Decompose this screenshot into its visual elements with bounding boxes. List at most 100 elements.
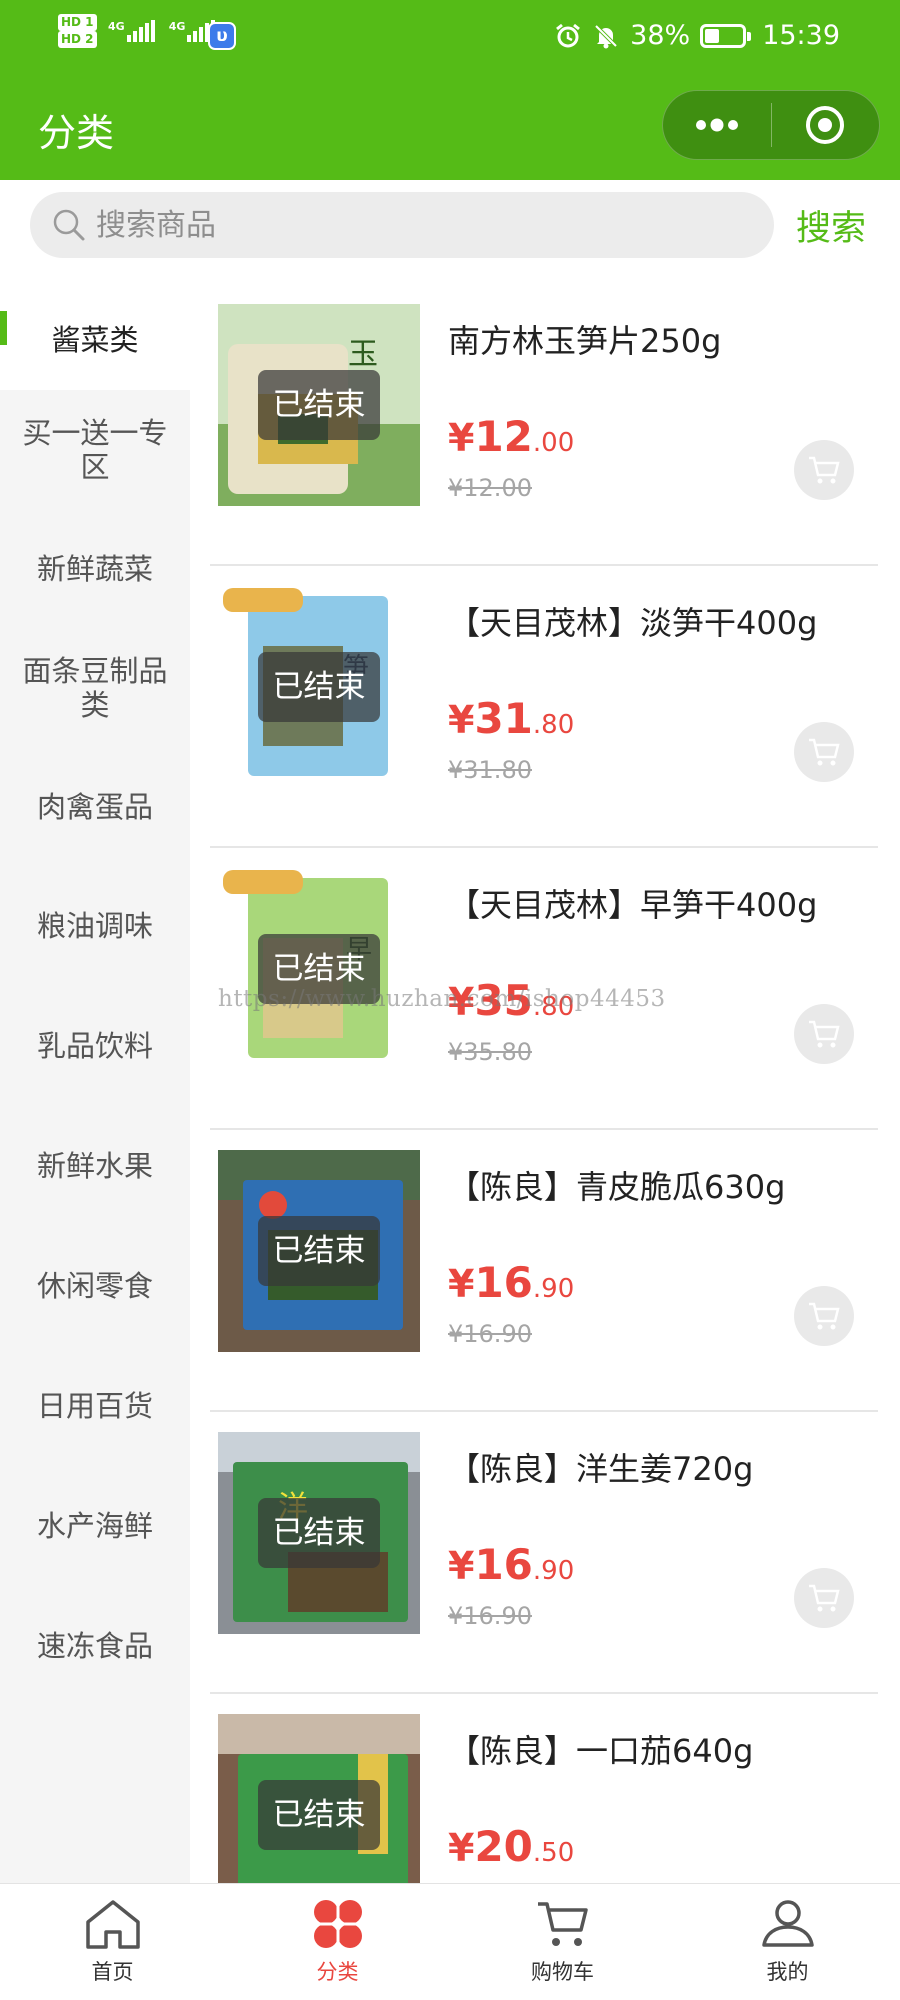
add-to-cart-button[interactable] <box>794 1286 854 1346</box>
network-type-2: 4G <box>168 20 186 33</box>
category-item-daily-goods[interactable]: 日用百货 <box>0 1346 190 1466</box>
search-icon <box>53 209 85 241</box>
more-dots-icon <box>695 118 738 132</box>
product-image[interactable]: 笋 已结束 <box>218 586 420 788</box>
price-integer: 12 <box>474 412 533 461</box>
product-price: ¥20.50 <box>448 1822 574 1871</box>
cart-icon <box>537 1902 588 1946</box>
price-integer: 31 <box>474 694 533 743</box>
category-label: 水产海鲜 <box>36 1509 153 1543</box>
ended-badge: 已结束 <box>258 1216 380 1286</box>
price-decimal: .90 <box>532 1556 575 1586</box>
battery-icon <box>700 23 752 48</box>
category-icon <box>313 1900 362 1948</box>
status-bar: HD 1 HD 2 4G 4G υ 38% 15:39 <box>0 0 900 78</box>
svg-text:玉: 玉 <box>348 337 378 372</box>
sim2-label: HD 2 <box>58 31 97 48</box>
category-label: 买一送一专区 <box>22 416 168 484</box>
price-integer: 16 <box>474 1258 533 1307</box>
price-decimal: .80 <box>532 710 575 740</box>
cart-icon <box>809 456 840 484</box>
product-name: 【陈良】青皮脆瓜630g <box>448 1168 786 1206</box>
tab-category[interactable]: 分类 <box>225 1884 450 2000</box>
product-card[interactable]: 笋 已结束 【天目茂林】淡笋干400g ¥31.80 ¥31.80 <box>210 566 878 848</box>
tab-label: 我的 <box>766 1960 809 1984</box>
sim-indicators: HD 1 HD 2 <box>58 14 97 48</box>
tab-label: 购物车 <box>531 1960 594 1984</box>
product-price: ¥16.90 <box>448 1540 574 1589</box>
category-item-fruits[interactable]: 新鲜水果 <box>0 1106 190 1226</box>
signal-bars-1-icon <box>126 20 155 42</box>
original-price: ¥35.80 <box>448 1038 532 1066</box>
ended-badge: 已结束 <box>258 1780 380 1850</box>
category-label: 面条豆制品类 <box>22 654 168 722</box>
category-label: 酱菜类 <box>51 323 139 357</box>
category-item-bogo[interactable]: 买一送一专区 <box>0 390 190 510</box>
target-close-icon <box>806 106 845 144</box>
category-item-seafood[interactable]: 水产海鲜 <box>0 1466 190 1586</box>
product-card[interactable]: 洋 已结束 【陈良】洋生姜720g ¥16.90 ¥16.90 <box>210 1412 878 1694</box>
add-to-cart-button[interactable] <box>794 1568 854 1628</box>
add-to-cart-button[interactable] <box>794 722 854 782</box>
price-integer: 20 <box>474 1822 533 1871</box>
alarm-icon <box>556 23 581 47</box>
tab-home[interactable]: 首页 <box>0 1884 225 2000</box>
product-name: 【天目茂林】淡笋干400g <box>448 604 818 642</box>
category-item-vegetables[interactable]: 新鲜蔬菜 <box>0 510 190 628</box>
product-image[interactable]: 洋 已结束 <box>218 1432 420 1634</box>
category-item-frozen[interactable]: 速冻食品 <box>0 1586 190 1706</box>
category-item-noodles-tofu[interactable]: 面条豆制品类 <box>0 628 190 748</box>
category-item-pickles[interactable]: 酱菜类 <box>0 290 190 390</box>
add-to-cart-button[interactable] <box>794 1004 854 1064</box>
category-label: 新鲜蔬菜 <box>36 552 153 586</box>
price-currency: ¥ <box>448 1826 475 1870</box>
product-card[interactable]: 已结束 【陈良】青皮脆瓜630g ¥16.90 ¥16.90 <box>210 1130 878 1412</box>
search-button[interactable]: 搜索 <box>796 200 866 251</box>
category-label: 肉禽蛋品 <box>36 790 153 824</box>
ended-badge: 已结束 <box>258 652 380 722</box>
ended-badge: 已结束 <box>258 1498 380 1568</box>
cart-icon <box>809 738 840 766</box>
original-price: ¥12.00 <box>448 474 532 502</box>
product-image[interactable]: 玉 已结束 <box>218 304 420 506</box>
original-price: ¥31.80 <box>448 756 532 784</box>
category-label: 乳品饮料 <box>36 1029 153 1063</box>
product-image[interactable]: 早 已结束 <box>218 868 420 1070</box>
add-to-cart-button[interactable] <box>794 440 854 500</box>
tab-label: 首页 <box>91 1960 134 1984</box>
clock: 15:39 <box>762 20 840 51</box>
product-price: ¥16.90 <box>448 1258 574 1307</box>
close-miniprogram-button[interactable] <box>772 91 880 159</box>
category-label: 日用百货 <box>36 1389 153 1423</box>
category-item-snacks[interactable]: 休闲零食 <box>0 1226 190 1346</box>
top-bar: HD 1 HD 2 4G 4G υ 38% 15:39 分类 <box>0 0 900 180</box>
category-sidebar: 酱菜类 买一送一专区 新鲜蔬菜 面条豆制品类 肉禽蛋品 粮油调味 乳品饮料 新鲜… <box>0 290 190 1883</box>
price-currency: ¥ <box>448 698 475 742</box>
signal-indicators: 4G 4G <box>108 20 216 42</box>
battery-percent: 38% <box>630 20 691 51</box>
product-name: 【天目茂林】早笋干400g <box>448 886 818 924</box>
bottom-tab-bar: 首页 分类 购物车 我的 <box>0 1883 900 2000</box>
search-box[interactable] <box>30 192 774 258</box>
category-label: 新鲜水果 <box>36 1149 153 1183</box>
tab-cart[interactable]: 购物车 <box>450 1884 675 2000</box>
original-price: ¥16.90 <box>448 1602 532 1630</box>
price-currency: ¥ <box>448 1262 475 1306</box>
category-item-grain-oil[interactable]: 粮油调味 <box>0 866 190 986</box>
cart-icon <box>809 1584 840 1612</box>
more-button[interactable] <box>663 91 771 159</box>
tab-mine[interactable]: 我的 <box>675 1884 900 2000</box>
search-input[interactable] <box>96 207 696 243</box>
price-integer: 16 <box>474 1540 533 1589</box>
category-label: 速冻食品 <box>36 1629 153 1663</box>
product-price: ¥31.80 <box>448 694 574 743</box>
page-title: 分类 <box>38 111 115 155</box>
category-item-meat-eggs[interactable]: 肉禽蛋品 <box>0 748 190 866</box>
product-image[interactable]: 已结束 <box>218 1150 420 1352</box>
cart-icon <box>809 1020 840 1048</box>
sim1-label: HD 1 <box>58 14 97 31</box>
product-card[interactable]: 玉 已结束 南方林玉笋片250g ¥12.00 ¥12.00 <box>210 284 878 566</box>
network-type-1: 4G <box>108 20 125 33</box>
category-label: 休闲零食 <box>36 1269 153 1303</box>
category-item-dairy-drinks[interactable]: 乳品饮料 <box>0 986 190 1106</box>
